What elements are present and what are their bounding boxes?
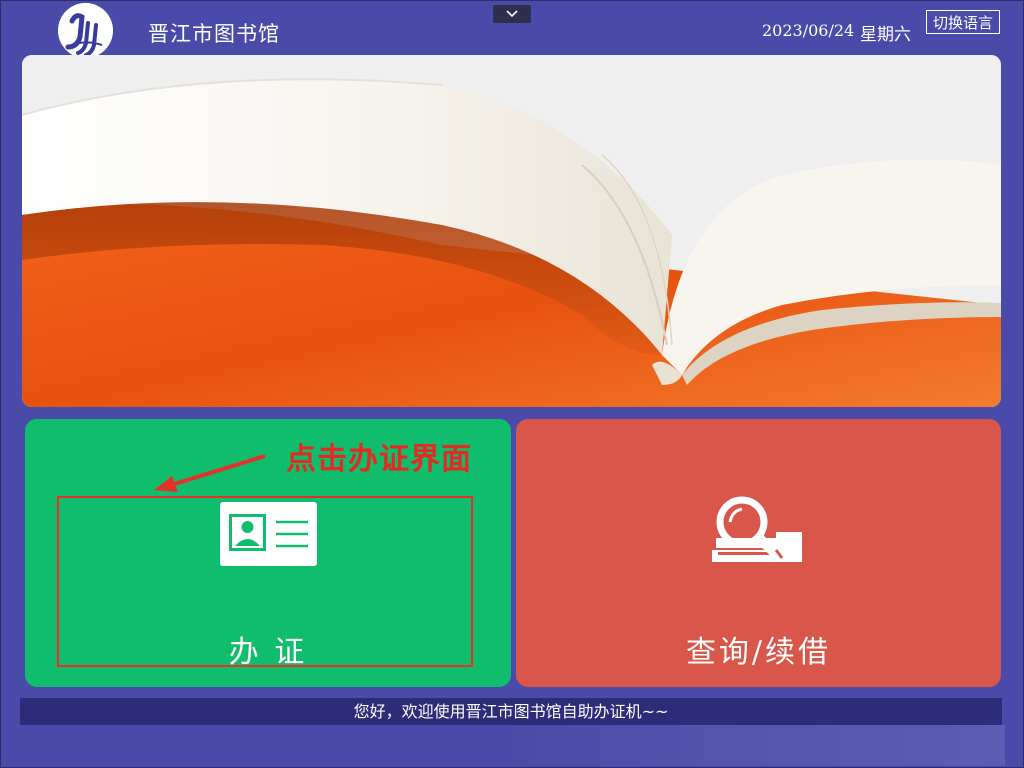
query-renew-tile[interactable]: 查询/续借 <box>516 419 1001 687</box>
bottom-decoration <box>500 725 1005 766</box>
book-search-icon <box>712 496 802 562</box>
annotation-text: 点击办证界面 <box>286 442 472 477</box>
chevron-down-icon <box>506 10 518 18</box>
date-display: 2023/06/24 <box>762 21 855 40</box>
welcome-status-bar: 您好，欢迎使用晋江市图书馆自助办证机~~ <box>20 698 1002 725</box>
query-renew-label: 查询/续借 <box>685 635 832 670</box>
library-logo <box>58 3 113 58</box>
dropdown-toggle-button[interactable] <box>493 5 531 23</box>
annotation-highlight-box <box>57 496 473 667</box>
weekday-display: 星期六 <box>860 25 911 45</box>
annotation-arrow-icon <box>154 454 266 492</box>
library-name: 晋江市图书馆 <box>148 22 280 46</box>
switch-language-button[interactable]: 切换语言 <box>926 10 1000 34</box>
banner-image <box>22 55 1001 407</box>
